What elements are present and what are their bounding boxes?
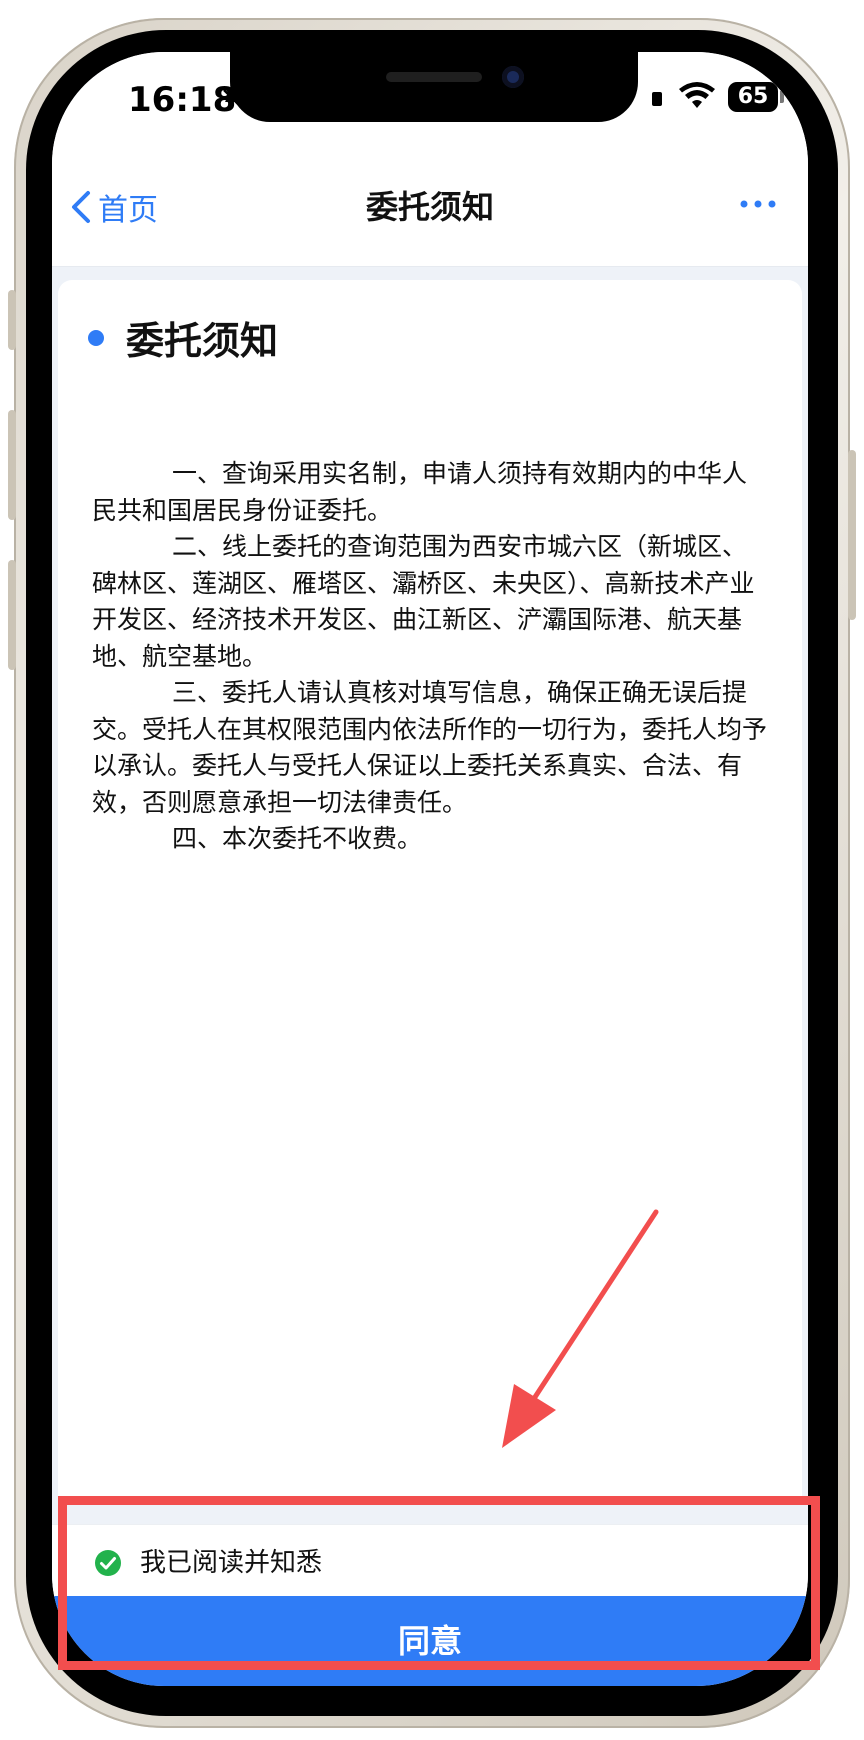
camera-notch <box>230 52 638 122</box>
phone-side-button-right <box>848 450 856 620</box>
heading-bullet <box>88 329 104 346</box>
card-heading: 委托须知 <box>88 310 278 365</box>
notice-paragraph-3: 三、委托人请认真核对填写信息，确保正确无误后提交。受托人在其权限范围内依法所作的… <box>92 678 768 817</box>
more-dots-icon[interactable] <box>736 188 780 220</box>
signal-icon <box>652 92 662 106</box>
status-bar: 16:18 65 <box>52 52 808 162</box>
phone-side-button-left-bottom <box>8 560 16 670</box>
front-camera <box>502 66 524 88</box>
page-title: 委托须知 <box>365 188 494 226</box>
notice-paragraph-4: 四、本次委托不收费。 <box>172 824 423 853</box>
notice-body: 一、查询采用实名制，申请人须持有效期内的中华人民共和国居民身份证委托。 二、线上… <box>92 456 768 858</box>
nav-bar: 首页 委托须知 <box>52 162 808 267</box>
notice-paragraph-2: 二、线上委托的查询范围为西安市城六区（新城区、碑林区、莲湖区、雁塔区、灞桥区、未… <box>92 532 755 671</box>
phone-side-button-left-mid <box>8 410 16 520</box>
check-circle-icon[interactable] <box>94 1549 122 1577</box>
notice-paragraph-1: 一、查询采用实名制，申请人须持有效期内的中华人民共和国居民身份证委托。 <box>92 459 748 525</box>
agree-button[interactable]: 同意 <box>52 1596 808 1686</box>
consent-label: 我已阅读并知悉 <box>140 1548 323 1578</box>
battery-indicator: 65 <box>728 82 778 112</box>
phone-side-button-left-top <box>8 290 16 350</box>
consent-row[interactable]: 我已阅读并知悉 <box>52 1524 808 1597</box>
battery-tip <box>780 91 784 103</box>
screen: 16:18 65 首页 委托须知 委托须知 一、查询采用实名制，申请人须持有效期… <box>52 52 808 1686</box>
card-heading-text: 委托须知 <box>126 319 279 363</box>
notice-card: 委托须知 一、查询采用实名制，申请人须持有效期内的中华人民共和国居民身份证委托。… <box>58 280 802 1500</box>
wifi-icon <box>679 82 715 108</box>
speaker-grille <box>386 72 482 82</box>
